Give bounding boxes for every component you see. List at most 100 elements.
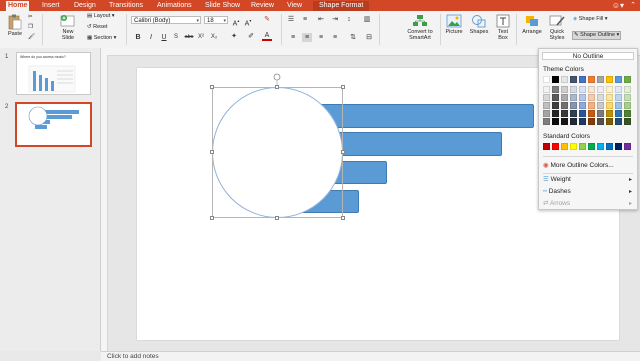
theme-shade-swatch[interactable] (552, 102, 559, 109)
theme-shade-swatch[interactable] (606, 102, 613, 109)
theme-shade-swatch[interactable] (561, 110, 568, 117)
theme-shade-swatch[interactable] (624, 94, 631, 101)
slide-thumbnail-1[interactable]: Where do you access music? (16, 52, 91, 95)
copy-icon[interactable]: ❐ (28, 24, 33, 31)
theme-color-swatch[interactable] (570, 76, 577, 83)
bullets-icon[interactable]: ☰ (286, 15, 296, 24)
theme-color-swatch[interactable] (543, 76, 550, 83)
align-right-icon[interactable]: ≡ (316, 33, 326, 42)
standard-color-swatch[interactable] (570, 143, 577, 150)
theme-shade-swatch[interactable] (543, 94, 550, 101)
numbering-icon[interactable]: ≡ (300, 15, 310, 24)
standard-color-swatch[interactable] (588, 143, 595, 150)
theme-shade-swatch[interactable] (615, 118, 622, 125)
theme-color-swatch[interactable] (588, 76, 595, 83)
theme-color-swatch[interactable] (561, 76, 568, 83)
decrease-indent-icon[interactable]: ⇤ (316, 15, 326, 24)
theme-shade-swatch[interactable] (570, 118, 577, 125)
increase-indent-icon[interactable]: ⇥ (330, 15, 340, 24)
resize-handle[interactable] (341, 150, 345, 154)
strikethrough-button[interactable]: abc (184, 33, 194, 42)
theme-color-swatch[interactable] (597, 76, 604, 83)
format-painter-icon[interactable]: 🖌 (28, 34, 35, 41)
text-effects-icon[interactable]: ✦ (229, 32, 239, 41)
superscript-button[interactable]: X² (196, 33, 206, 42)
resize-handle[interactable] (275, 85, 279, 89)
collapse-ribbon-icon[interactable]: ⌃ (630, 0, 636, 11)
theme-shade-swatch[interactable] (597, 86, 604, 93)
text-box-button[interactable]: Text Box (493, 14, 513, 41)
theme-shade-swatch[interactable] (597, 118, 604, 125)
resize-handle[interactable] (341, 85, 345, 89)
theme-shade-swatch[interactable] (579, 110, 586, 117)
subscript-button[interactable]: X₂ (209, 33, 219, 42)
theme-shade-swatch[interactable] (615, 86, 622, 93)
shrink-font-button[interactable]: A▾ (243, 16, 253, 28)
align-center-icon[interactable]: ≡ (302, 33, 312, 42)
arrange-button[interactable]: Arrange (520, 14, 544, 35)
slide-thumbnail-2[interactable] (15, 102, 92, 147)
convert-smartart-button[interactable]: Convert to SmartArt (402, 14, 438, 41)
tab-shape-format[interactable]: Shape Format (313, 1, 370, 11)
resize-handle[interactable] (275, 216, 279, 220)
more-outline-colors-item[interactable]: ◉ More Outline Colors... (543, 162, 614, 170)
theme-shade-swatch[interactable] (543, 118, 550, 125)
theme-shade-swatch[interactable] (597, 102, 604, 109)
tab-design[interactable]: Design (72, 1, 98, 11)
theme-shade-swatch[interactable] (606, 110, 613, 117)
theme-shade-swatch[interactable] (579, 94, 586, 101)
font-size-combo[interactable]: 18 ▾ (204, 16, 228, 24)
standard-color-swatch[interactable] (624, 143, 631, 150)
theme-shade-swatch[interactable] (552, 110, 559, 117)
theme-shade-swatch[interactable] (597, 94, 604, 101)
standard-color-swatch[interactable] (579, 143, 586, 150)
theme-shade-swatch[interactable] (570, 94, 577, 101)
shape-outline-button[interactable]: ✎ Shape Outline ▾ (572, 31, 622, 40)
theme-shade-swatch[interactable] (570, 102, 577, 109)
theme-shade-swatch[interactable] (588, 110, 595, 117)
weight-item[interactable]: ☰ Weight ▸ (543, 176, 635, 184)
standard-color-swatch[interactable] (615, 143, 622, 150)
line-spacing-icon[interactable]: ↕ (344, 15, 354, 24)
resize-handle[interactable] (341, 216, 345, 220)
theme-shade-swatch[interactable] (624, 110, 631, 117)
theme-shade-swatch[interactable] (615, 94, 622, 101)
theme-shade-swatch[interactable] (543, 110, 550, 117)
align-text-icon[interactable]: ⊟ (364, 33, 374, 42)
columns-icon[interactable]: ▥ (362, 15, 372, 24)
resize-handle[interactable] (210, 85, 214, 89)
theme-color-swatch[interactable] (606, 76, 613, 83)
paste-button[interactable]: Paste (4, 14, 26, 37)
tab-home[interactable]: Home (6, 1, 30, 11)
theme-shade-swatch[interactable] (588, 118, 595, 125)
theme-shade-swatch[interactable] (552, 94, 559, 101)
theme-shade-swatch[interactable] (543, 102, 550, 109)
tab-view[interactable]: View (285, 1, 304, 11)
tab-slide-show[interactable]: Slide Show (203, 1, 242, 11)
theme-shade-swatch[interactable] (543, 86, 550, 93)
theme-shade-swatch[interactable] (552, 118, 559, 125)
theme-shade-swatch[interactable] (588, 102, 595, 109)
theme-shade-swatch[interactable] (588, 94, 595, 101)
theme-shade-swatch[interactable] (615, 102, 622, 109)
justify-icon[interactable]: ≡ (330, 33, 340, 42)
layout-button[interactable]: ▤ Layout ▾ (87, 13, 115, 20)
tab-transitions[interactable]: Transitions (107, 1, 145, 11)
picture-button[interactable]: Picture (443, 14, 465, 35)
theme-shade-swatch[interactable] (561, 118, 568, 125)
resize-handle[interactable] (210, 150, 214, 154)
standard-color-swatch[interactable] (606, 143, 613, 150)
highlight-icon[interactable]: ✐ (246, 32, 256, 41)
theme-shade-swatch[interactable] (606, 118, 613, 125)
theme-shade-swatch[interactable] (570, 110, 577, 117)
theme-shade-swatch[interactable] (579, 118, 586, 125)
resize-handle[interactable] (210, 216, 214, 220)
theme-shade-swatch[interactable] (579, 86, 586, 93)
theme-shade-swatch[interactable] (552, 86, 559, 93)
theme-shade-swatch[interactable] (606, 86, 613, 93)
smiley-feedback-icon[interactable]: ☺▾ (612, 0, 624, 11)
theme-shade-swatch[interactable] (624, 118, 631, 125)
bold-button[interactable]: B (133, 33, 143, 42)
tab-animations[interactable]: Animations (155, 1, 194, 11)
clear-formatting-icon[interactable]: ✎ (262, 15, 272, 24)
